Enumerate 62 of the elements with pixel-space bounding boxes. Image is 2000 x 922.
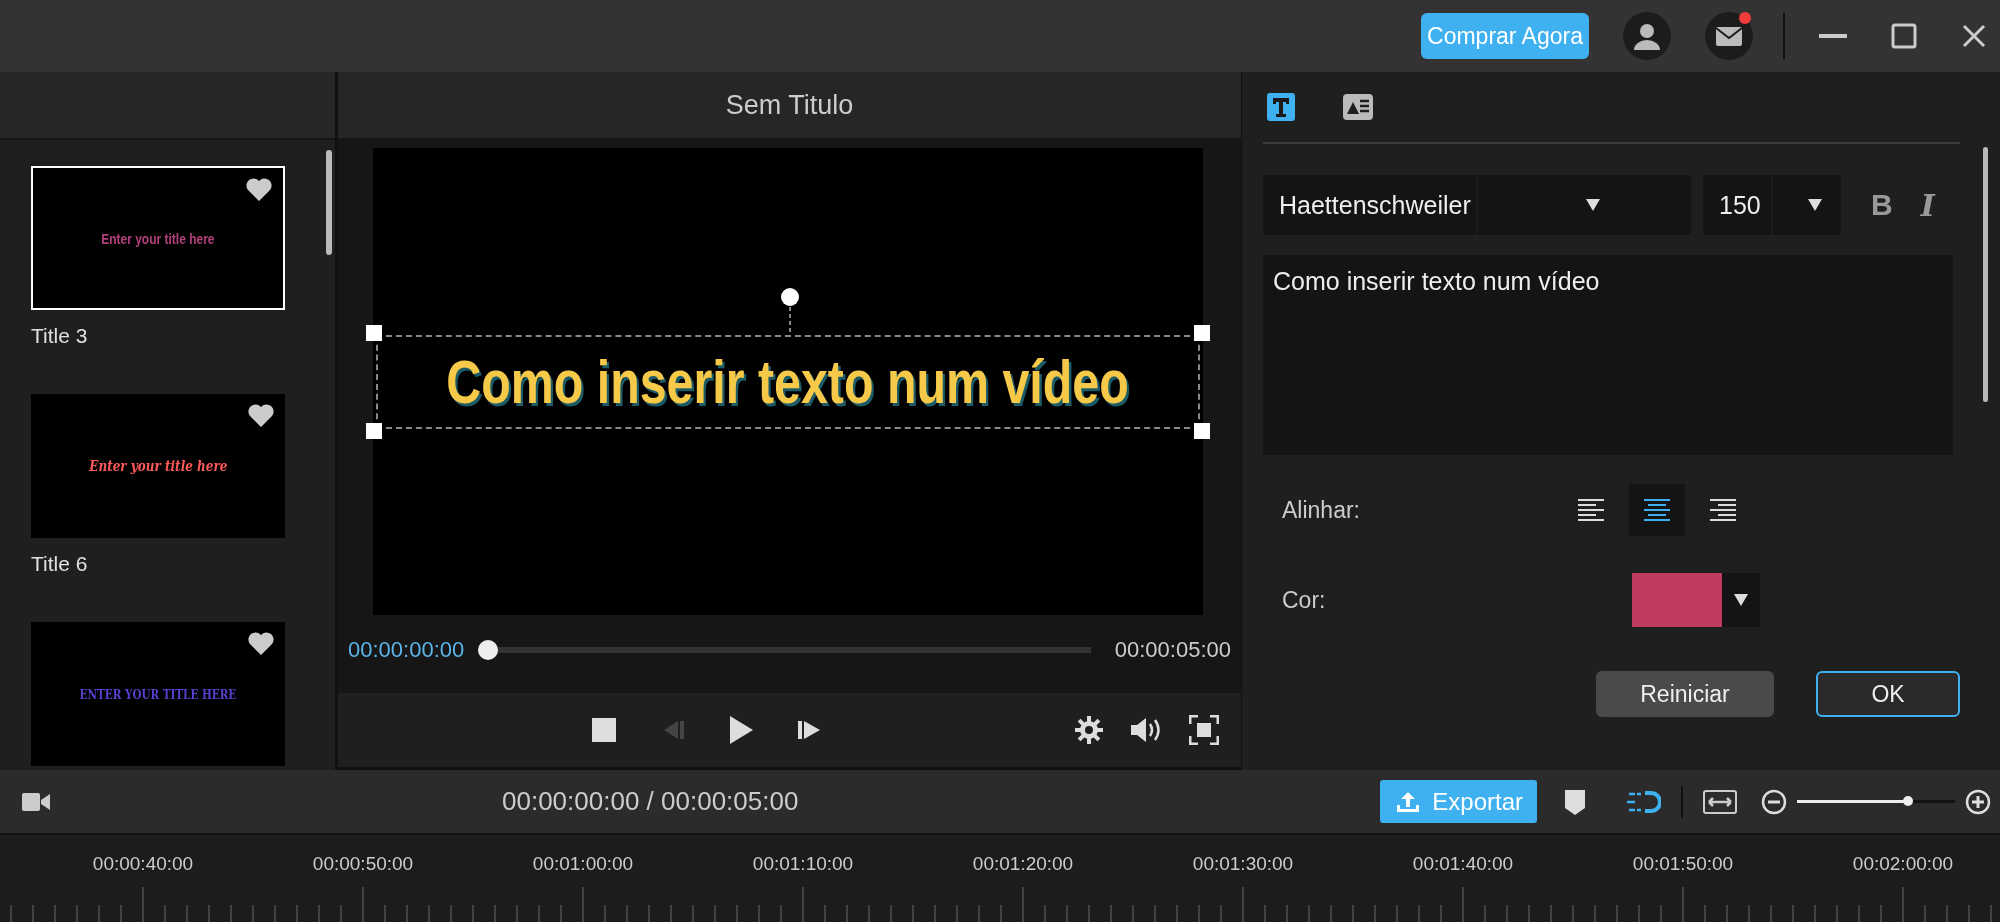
mail-icon[interactable] xyxy=(1705,12,1753,60)
ruler-time-label: 00:01:00:00 xyxy=(531,853,635,875)
align-center-icon[interactable] xyxy=(1629,484,1685,536)
ruler-time-label: 00:02:00:00 xyxy=(1851,853,1955,875)
font-dropdown[interactable]: Haettenschweiler xyxy=(1263,175,1691,235)
volume-icon[interactable] xyxy=(1129,716,1163,744)
ruler-time-label: 00:01:10:00 xyxy=(751,853,855,875)
template-label: Title 3 xyxy=(31,324,89,349)
user-icon[interactable] xyxy=(1623,12,1671,60)
reset-button[interactable]: Reiniciar xyxy=(1596,671,1774,717)
bold-toggle[interactable]: B xyxy=(1871,188,1893,222)
magnet-icon[interactable] xyxy=(1627,789,1661,814)
color-label: Cor: xyxy=(1282,586,1327,614)
marker-icon[interactable] xyxy=(1563,787,1587,816)
heart-icon[interactable] xyxy=(245,178,273,202)
upload-icon xyxy=(1396,790,1421,813)
maximize-icon[interactable] xyxy=(1891,23,1917,49)
ruler-time-label: 00:01:30:00 xyxy=(1191,853,1295,875)
preview-text: ENTER YOUR TITLE HERE xyxy=(79,686,237,702)
template-thumbnail[interactable]: Enter your title here xyxy=(31,394,285,538)
resize-handle[interactable] xyxy=(366,422,382,439)
resize-handle[interactable] xyxy=(366,324,382,341)
color-swatch[interactable] xyxy=(1632,573,1722,627)
camera-icon[interactable] xyxy=(22,791,50,812)
template-thumbnail[interactable]: Enter your title here xyxy=(31,166,285,310)
ruler-time-label: 00:00:50:00 xyxy=(311,853,415,875)
preview-text: Enter your title here xyxy=(88,457,228,475)
timeline-time: 00:00:00:00 / 00:00:05:00 xyxy=(502,786,799,817)
close-icon[interactable] xyxy=(1961,23,1987,49)
ruler-time-label: 00:01:40:00 xyxy=(1411,853,1515,875)
fullscreen-icon[interactable] xyxy=(1189,715,1219,745)
current-time: 00:00:00:00 xyxy=(348,637,465,663)
preview-text: Enter your title here xyxy=(101,229,215,247)
slider-thumb[interactable] xyxy=(478,640,499,660)
next-icon[interactable] xyxy=(798,718,822,742)
project-title: Sem Titulo xyxy=(725,89,854,121)
resize-handle[interactable] xyxy=(1194,422,1210,439)
image-tab-icon[interactable] xyxy=(1343,94,1373,120)
align-label: Alinhar: xyxy=(1282,496,1361,524)
ok-button[interactable]: OK xyxy=(1816,671,1960,717)
scrollbar[interactable] xyxy=(326,150,332,255)
rotate-handle[interactable] xyxy=(780,286,800,333)
heart-icon[interactable] xyxy=(247,404,275,428)
zoom-in-icon[interactable] xyxy=(1965,788,1991,815)
zoom-out-icon[interactable] xyxy=(1761,788,1787,815)
fit-icon[interactable] xyxy=(1703,789,1737,814)
text-input-field[interactable]: Como inserir texto num vídeo xyxy=(1263,255,1953,455)
scrollbar[interactable] xyxy=(1983,147,1988,402)
resize-handle[interactable] xyxy=(1194,324,1210,341)
slider-thumb[interactable] xyxy=(1902,796,1913,806)
ruler-time-label: 00:00:40:00 xyxy=(91,853,195,875)
title-caption: Como inserir texto num vídeo xyxy=(446,346,1130,417)
duration-time: 00:00:05:00 xyxy=(1114,637,1231,663)
ruler-time-label: 00:01:20:00 xyxy=(971,853,1075,875)
text-tab-icon[interactable] xyxy=(1267,93,1295,121)
play-icon[interactable] xyxy=(728,715,754,745)
template-label: Title 6 xyxy=(31,552,89,577)
size-dropdown[interactable]: 150 xyxy=(1703,175,1841,235)
italic-toggle[interactable]: I xyxy=(1920,187,1935,223)
caret-icon[interactable] xyxy=(1722,573,1760,627)
heart-icon[interactable] xyxy=(247,632,275,656)
ruler-time-label: 00:01:50:00 xyxy=(1631,853,1735,875)
